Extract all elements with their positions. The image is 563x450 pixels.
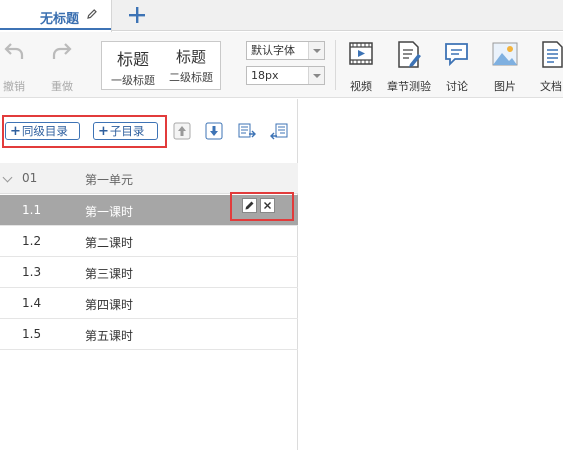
chapter-quiz-icon	[398, 41, 421, 68]
font-size-select[interactable]: 18px	[246, 66, 325, 85]
heading-style-picker: 标题 一级标题 标题 二级标题	[101, 41, 221, 90]
indent-icon[interactable]	[238, 122, 256, 140]
discussion-icon	[445, 43, 468, 67]
same-level-label: 同级目录	[21, 124, 68, 138]
image-icon	[492, 42, 518, 66]
lesson-number: 1.1	[22, 203, 42, 217]
lesson-number: 1.5	[22, 327, 42, 341]
tab-bar: 无标题	[0, 0, 563, 32]
close-icon	[264, 202, 271, 209]
heading1-label: 一级标题	[111, 74, 155, 87]
add-child-button[interactable]: +子目录	[93, 122, 158, 140]
tab-title: 无标题	[40, 12, 80, 27]
redo-label: 重做	[51, 80, 73, 93]
undo-button[interactable]: 撤销	[0, 38, 28, 94]
chevron-down-icon	[308, 67, 324, 84]
lesson-row[interactable]: 1.3 第三课时	[0, 257, 298, 288]
move-up-icon[interactable]	[173, 122, 191, 140]
unit-name: 第一单元	[85, 173, 134, 187]
outdent-icon[interactable]	[270, 122, 288, 140]
insert-chapter-quiz-button[interactable]: 章节测验	[386, 38, 432, 94]
image-label: 图片	[494, 80, 516, 93]
lesson-row[interactable]: 1.5 第五课时	[0, 319, 298, 350]
font-size-value: 18px	[251, 69, 279, 82]
video-icon	[349, 42, 373, 65]
lesson-name: 第一课时	[85, 205, 134, 219]
editor-canvas[interactable]	[299, 99, 563, 450]
child-label: 子目录	[109, 124, 145, 138]
font-family-select[interactable]: 默认字体	[246, 41, 325, 60]
add-tab-icon[interactable]	[126, 4, 148, 26]
row-actions	[230, 192, 294, 221]
heading-level-2-button[interactable]: 标题 二级标题	[162, 46, 220, 85]
heading2-preview: 标题	[175, 48, 206, 66]
chevron-down-icon[interactable]	[2, 172, 13, 183]
lesson-row[interactable]: 1.2 第二课时	[0, 226, 298, 257]
lesson-number: 1.4	[22, 296, 42, 310]
insert-document-button[interactable]: 文档	[530, 38, 563, 94]
plus-icon: +	[10, 124, 21, 139]
tab-untitled[interactable]: 无标题	[0, 0, 112, 32]
lesson-row-selected[interactable]: 1.1 第一课时	[0, 192, 298, 226]
unit-row[interactable]: 01 第一单元	[0, 163, 298, 194]
outline-actions: +同级目录 +子目录	[0, 99, 298, 163]
chevron-down-icon	[308, 42, 324, 59]
undo-icon	[4, 43, 24, 59]
editor-toolbar: 撤销 重做 标题 一级标题 标题 二级标题 默认字体 18px 视频 章节测验 …	[0, 32, 563, 98]
move-down-icon[interactable]	[205, 122, 223, 140]
unit-number: 01	[22, 171, 38, 185]
lesson-name: 第二课时	[85, 236, 134, 250]
edit-button[interactable]	[242, 198, 257, 213]
delete-button[interactable]	[260, 198, 275, 213]
pencil-icon	[245, 201, 254, 210]
add-same-level-button[interactable]: +同级目录	[5, 122, 80, 140]
lesson-number: 1.3	[22, 265, 42, 279]
heading1-preview: 标题	[116, 50, 149, 69]
lesson-name: 第三课时	[85, 267, 134, 281]
document-icon	[542, 41, 563, 68]
plus-icon: +	[98, 124, 109, 139]
heading2-label: 二级标题	[169, 71, 213, 84]
lesson-number: 1.2	[22, 234, 42, 248]
lesson-row[interactable]: 1.4 第四课时	[0, 288, 298, 319]
pencil-icon[interactable]	[86, 8, 98, 20]
tab-active-indicator	[0, 28, 111, 30]
heading-level-1-button[interactable]: 标题 一级标题	[104, 46, 162, 88]
font-family-value: 默认字体	[251, 44, 295, 57]
undo-label: 撤销	[3, 80, 25, 93]
redo-icon	[52, 43, 72, 59]
redo-button[interactable]: 重做	[48, 38, 76, 94]
insert-video-button[interactable]: 视频	[338, 38, 384, 94]
lesson-name: 第五课时	[85, 329, 134, 343]
insert-discussion-button[interactable]: 讨论	[434, 38, 480, 94]
outline-panel: +同级目录 +子目录 01 第一单元 1.1 第一课时 1.2 第二课时 1.3…	[0, 99, 298, 450]
document-label: 文档	[540, 80, 562, 93]
insert-image-button[interactable]: 图片	[482, 38, 528, 94]
lesson-name: 第四课时	[85, 298, 134, 312]
